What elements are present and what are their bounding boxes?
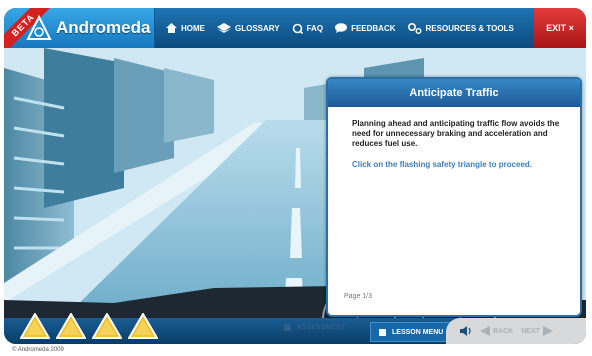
- nav-home[interactable]: HOME: [166, 23, 205, 33]
- nav-glossary-label: GLOSSARY: [235, 23, 280, 33]
- nav-resources-tools[interactable]: RESOURCES & TOOLS: [407, 22, 514, 34]
- nav-feedback[interactable]: FEEDBACK: [335, 23, 396, 33]
- lesson-panel: Anticipate Traffic Planning ahead and an…: [326, 77, 582, 317]
- assessment-button[interactable]: ASSESSMENT: [284, 324, 345, 331]
- back-button[interactable]: BACK: [480, 326, 513, 336]
- next-label: NEXT: [521, 327, 540, 335]
- main-nav: HOME GLOSSARY FAQ FEEDBACK RESOURCES & T…: [154, 8, 514, 48]
- logo-area: BETA Andromeda: [4, 8, 155, 57]
- audio-icon[interactable]: [460, 325, 472, 337]
- home-icon: [166, 23, 177, 33]
- safety-triangles: [20, 313, 164, 339]
- nav-home-label: HOME: [181, 23, 205, 33]
- panel-description: Planning ahead and anticipating traffic …: [352, 119, 560, 148]
- faq-icon: [292, 23, 303, 34]
- app-title: Andromeda: [56, 18, 151, 37]
- book-icon: [217, 23, 231, 33]
- safety-triangle-icon[interactable]: [128, 313, 158, 339]
- page-navigation: BACK NEXT: [446, 318, 586, 344]
- back-arrow-icon: [480, 326, 490, 336]
- nav-faq-label: FAQ: [306, 23, 324, 33]
- andromeda-logo-icon: [26, 15, 52, 40]
- assessment-square-icon: [284, 324, 291, 331]
- next-arrow-icon: [542, 326, 553, 336]
- panel-title: Anticipate Traffic: [328, 79, 580, 107]
- exit-button[interactable]: EXIT ×: [534, 8, 586, 48]
- lesson-menu-square-icon: [379, 328, 386, 336]
- back-label: BACK: [493, 327, 514, 335]
- lesson-menu-button[interactable]: LESSON MENU: [370, 322, 453, 342]
- safety-triangle-icon[interactable]: [20, 313, 50, 339]
- safety-triangle-icon[interactable]: [92, 313, 122, 339]
- nav-resources-tools-label: RESOURCES & TOOLS: [425, 23, 514, 33]
- speech-bubble-icon: [335, 23, 348, 33]
- gears-icon: [407, 22, 422, 34]
- copyright: © Andromeda 2009: [12, 347, 64, 353]
- next-button[interactable]: NEXT: [521, 326, 553, 336]
- nav-faq[interactable]: FAQ: [292, 23, 323, 34]
- safety-triangle-icon[interactable]: [56, 313, 86, 339]
- nav-feedback-label: FEEDBACK: [351, 23, 396, 33]
- assessment-label: ASSESSMENT: [297, 324, 346, 331]
- lesson-menu-label: LESSON MENU: [392, 328, 444, 336]
- page-indicator: Page 1/3: [344, 293, 373, 300]
- app-frame: BETA Andromeda HOME GLOSSARY FAQ FEEDBAC…: [4, 8, 586, 344]
- top-navigation-bar: BETA Andromeda HOME GLOSSARY FAQ FEEDBAC…: [4, 8, 586, 57]
- nav-glossary[interactable]: GLOSSARY: [217, 23, 280, 33]
- panel-instruction: Click on the flashing safety triangle to…: [352, 160, 533, 169]
